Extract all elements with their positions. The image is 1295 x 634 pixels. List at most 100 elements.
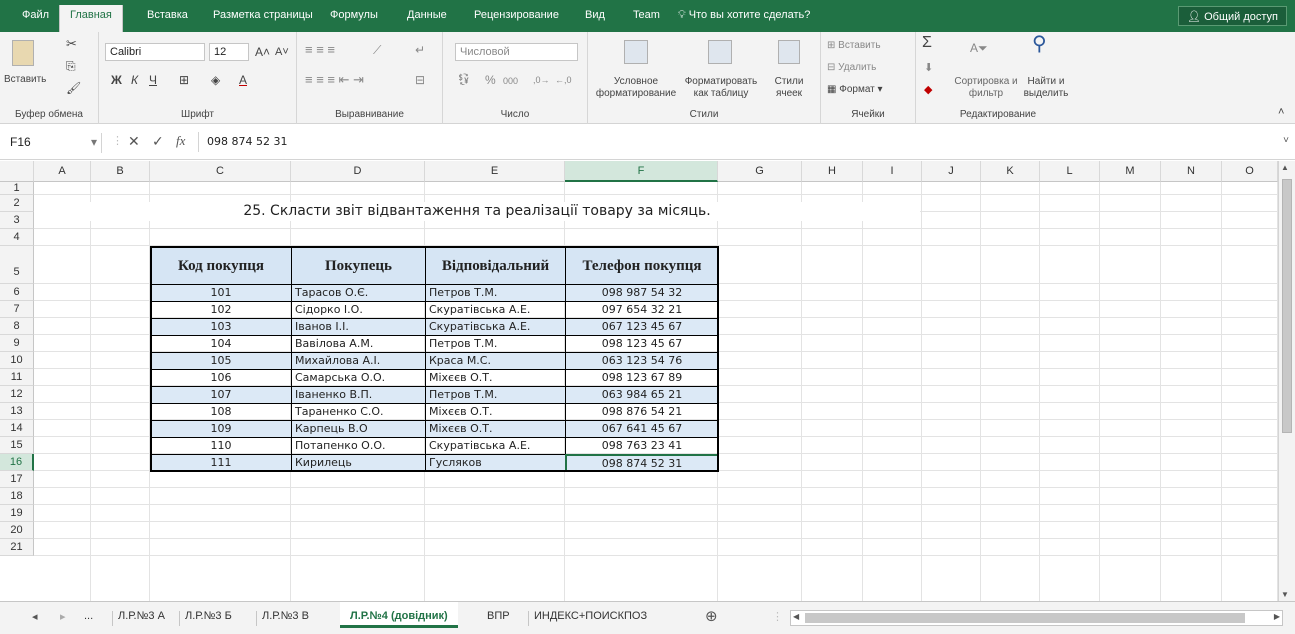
align-left-icon[interactable]: ≡ ≡ ≡ ⇤ ⇥ xyxy=(305,73,364,86)
vertical-scrollbar[interactable]: ▲ ▼ xyxy=(1278,161,1295,601)
row-header-13[interactable]: 13 xyxy=(0,403,34,420)
sheet-tab[interactable]: Л.Р.№3 Б xyxy=(185,610,232,622)
column-header-d[interactable]: D xyxy=(291,161,425,182)
borders-icon[interactable]: ⊞ xyxy=(179,74,189,86)
tell-me-search[interactable]: 💡︎ Что вы хотите сделать? xyxy=(678,9,810,22)
cut-icon[interactable]: ✂ xyxy=(66,37,77,50)
row-header-17[interactable]: 17 xyxy=(0,471,34,488)
scroll-thumb[interactable] xyxy=(805,613,1245,623)
font-name-select[interactable]: Calibri xyxy=(105,43,205,61)
percent-icon[interactable]: % xyxy=(485,74,496,86)
row-header-11[interactable]: 11 xyxy=(0,369,34,386)
column-header-n[interactable]: N xyxy=(1161,161,1222,182)
column-header-i[interactable]: I xyxy=(863,161,922,182)
cancel-icon[interactable]: ✕ xyxy=(128,133,140,150)
row-header-10[interactable]: 10 xyxy=(0,352,34,369)
column-header-g[interactable]: G xyxy=(718,161,802,182)
italic-icon[interactable]: К xyxy=(131,74,138,86)
font-size-select[interactable]: 12 xyxy=(209,43,249,61)
format-cells-button[interactable]: ▦ Формат ▾ xyxy=(827,84,883,96)
increase-decimal-icon[interactable]: ,0→ xyxy=(533,74,550,86)
scroll-left-icon[interactable]: ◀ xyxy=(793,612,799,621)
share-button[interactable]: 👤︎ Общий доступ xyxy=(1178,6,1287,26)
format-painter-icon[interactable]: 🖌︎ xyxy=(66,82,81,94)
wrap-text-icon[interactable]: ↵ xyxy=(415,44,425,56)
sort-filter-icon[interactable]: A⏷ xyxy=(970,42,988,54)
decrease-decimal-icon[interactable]: ←,0 xyxy=(555,74,572,86)
fill-icon[interactable]: ⬇ xyxy=(924,62,933,74)
column-header-c[interactable]: C xyxy=(150,161,291,182)
prev-sheet-icon[interactable]: ◂ xyxy=(32,610,38,623)
clear-icon[interactable]: ◆ xyxy=(924,84,932,96)
paste-icon[interactable] xyxy=(12,40,34,66)
row-header-19[interactable]: 19 xyxy=(0,505,34,522)
enter-icon[interactable]: ✓ xyxy=(152,133,164,150)
row-header-2[interactable]: 2 xyxy=(0,195,34,212)
copy-icon[interactable]: ⎘ xyxy=(66,60,76,72)
fill-color-icon[interactable]: ◈ xyxy=(211,74,220,86)
column-header-a[interactable]: A xyxy=(34,161,91,182)
column-header-b[interactable]: B xyxy=(91,161,150,182)
column-header-f[interactable]: F xyxy=(565,161,718,182)
row-header-15[interactable]: 15 xyxy=(0,437,34,454)
font-color-icon[interactable]: A xyxy=(239,74,247,86)
column-header-k[interactable]: K xyxy=(981,161,1040,182)
row-header-14[interactable]: 14 xyxy=(0,420,34,437)
tab-home[interactable]: Главная xyxy=(59,5,123,32)
add-sheet-icon[interactable]: ⊕ xyxy=(705,607,718,625)
bold-icon[interactable]: Ж xyxy=(111,74,122,86)
currency-icon[interactable]: 💱︎ xyxy=(457,74,471,86)
insert-cells-button[interactable]: ⊞ Вставить xyxy=(827,40,881,52)
sheet-tab[interactable]: ИНДЕКС+ПОИСКПОЗ xyxy=(534,610,647,622)
cell-styles-button[interactable]: Стили ячеек xyxy=(762,76,816,100)
scroll-down-icon[interactable]: ▼ xyxy=(1281,590,1289,599)
conditional-formatting-button[interactable]: Условное форматирование xyxy=(590,76,682,100)
autosum-icon[interactable]: Σ xyxy=(922,35,932,51)
sheet-title[interactable]: 25. Скласти звіт відвантаження та реаліз… xyxy=(34,202,920,221)
select-all-corner[interactable] xyxy=(0,161,34,182)
column-header-j[interactable]: J xyxy=(922,161,981,182)
row-header-7[interactable]: 7 xyxy=(0,301,34,318)
column-header-e[interactable]: E xyxy=(425,161,565,182)
row-header-8[interactable]: 8 xyxy=(0,318,34,335)
tab-data[interactable]: Данные xyxy=(407,9,447,21)
find-select-button[interactable]: Найти и выделить xyxy=(1018,76,1074,100)
format-as-table-icon[interactable] xyxy=(708,40,732,64)
shrink-font-icon[interactable]: A˅ xyxy=(275,46,289,58)
tab-page-layout[interactable]: Разметка страницы xyxy=(213,9,313,21)
scroll-thumb[interactable] xyxy=(1282,179,1292,433)
merge-icon[interactable]: ⊟ xyxy=(415,74,425,86)
row-header-20[interactable]: 20 xyxy=(0,522,34,539)
row-header-9[interactable]: 9 xyxy=(0,335,34,352)
more-sheets-button[interactable]: ... xyxy=(84,610,93,622)
row-header-16[interactable]: 16 xyxy=(0,454,34,471)
name-box[interactable]: F16 ▾ xyxy=(6,133,102,153)
tab-view[interactable]: Вид xyxy=(585,9,605,21)
row-header-4[interactable]: 4 xyxy=(0,229,34,246)
row-header-12[interactable]: 12 xyxy=(0,386,34,403)
expand-formula-icon[interactable]: ˅ xyxy=(1283,135,1289,146)
tab-formulas[interactable]: Формулы xyxy=(330,9,378,21)
format-as-table-button[interactable]: Форматировать как таблицу xyxy=(684,76,758,100)
sort-filter-button[interactable]: Сортировка и фильтр xyxy=(954,76,1018,100)
comma-style-icon[interactable]: 000 xyxy=(503,75,518,87)
number-format-select[interactable]: Числовой xyxy=(455,43,578,61)
row-header-18[interactable]: 18 xyxy=(0,488,34,505)
sheet-tab[interactable]: Л.Р.№3 В xyxy=(262,610,309,622)
paste-button[interactable]: Вставить xyxy=(4,74,46,86)
formula-input[interactable]: 098 874 52 31 xyxy=(198,132,1280,152)
orientation-icon[interactable]: ⟋ xyxy=(373,44,381,56)
column-header-m[interactable]: M xyxy=(1100,161,1161,182)
sheet-tab[interactable]: Л.Р.№4 (довідник) xyxy=(340,602,458,628)
row-header-21[interactable]: 21 xyxy=(0,539,34,556)
scroll-right-icon[interactable]: ▶ xyxy=(1274,612,1280,621)
insert-function-icon[interactable]: fx xyxy=(176,133,185,149)
row-header-3[interactable]: 3 xyxy=(0,212,34,229)
scroll-up-icon[interactable]: ▲ xyxy=(1281,163,1289,172)
conditional-formatting-icon[interactable] xyxy=(624,40,648,64)
tab-team[interactable]: Team xyxy=(633,9,660,21)
underline-icon[interactable]: Ч xyxy=(149,74,157,86)
next-sheet-icon[interactable]: ▸ xyxy=(60,610,66,623)
sheet-tab[interactable]: ВПР xyxy=(487,610,510,622)
column-header-h[interactable]: H xyxy=(802,161,863,182)
